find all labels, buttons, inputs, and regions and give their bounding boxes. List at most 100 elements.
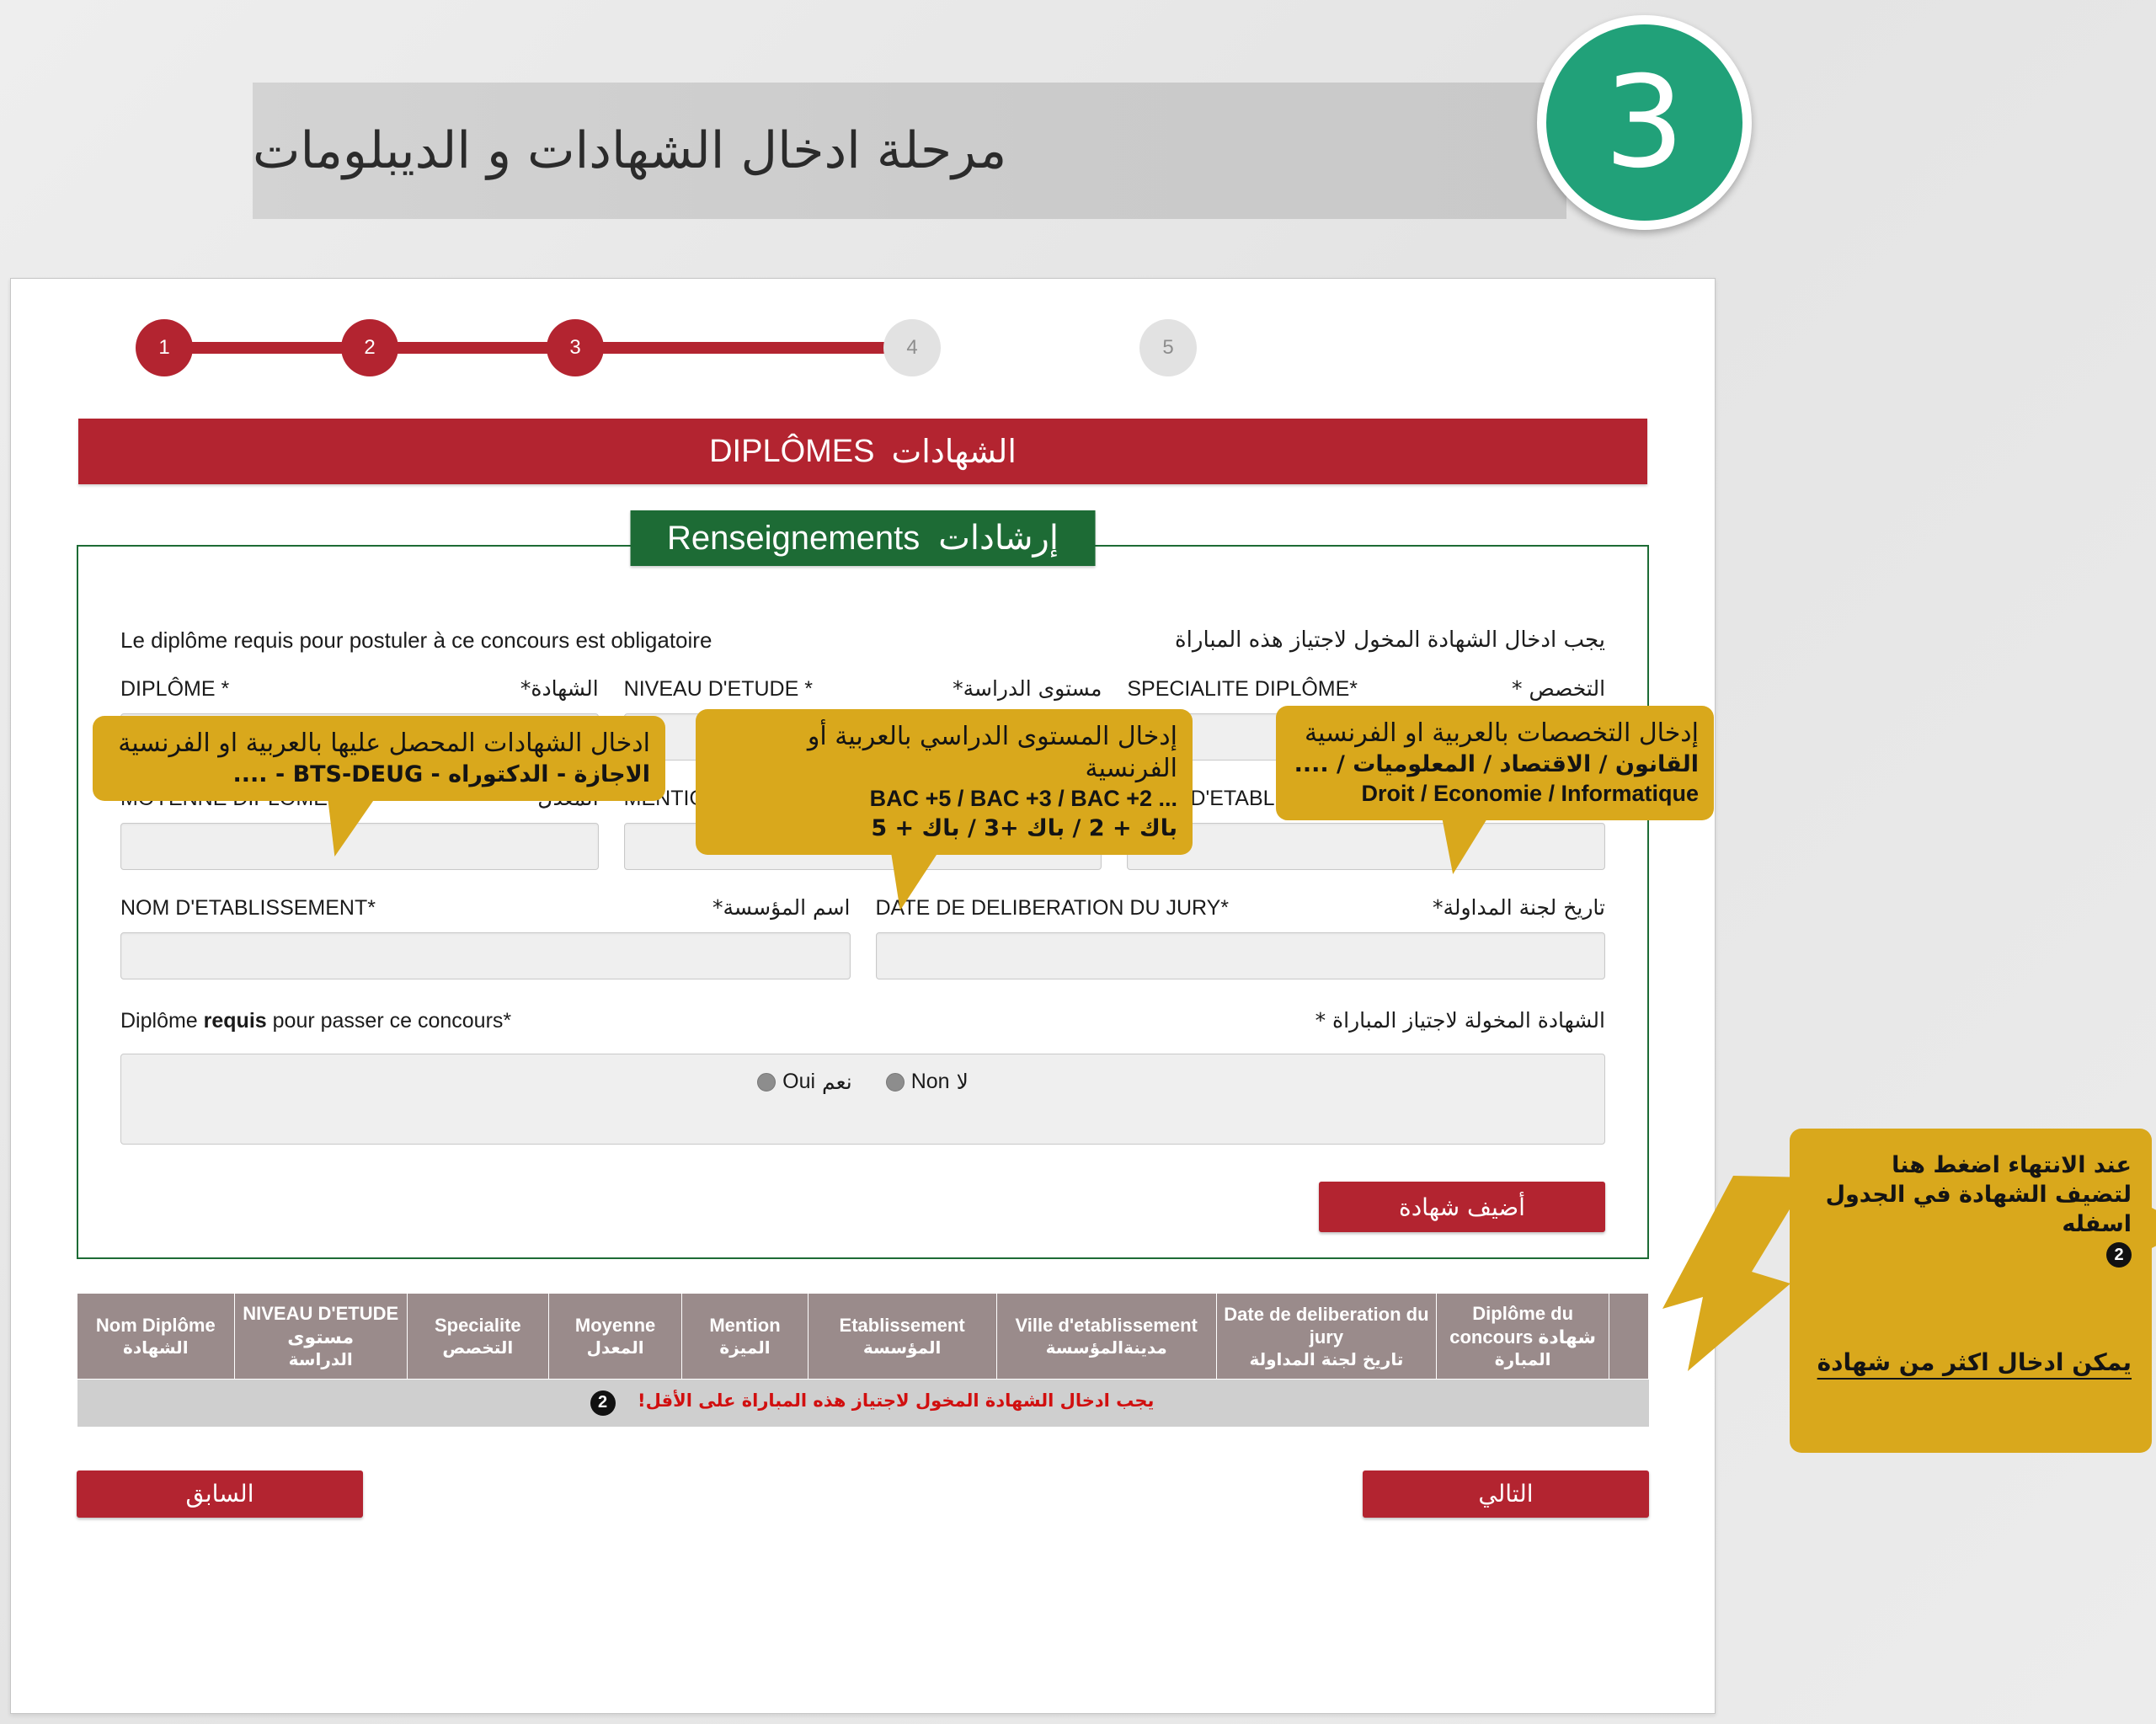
radio-group-diplome-requis: Oui نعم Non لا: [120, 1054, 1605, 1145]
table-warning-row: 2 يجب ادخال الشهادة المخول لاجتياز هذه ا…: [77, 1379, 1649, 1427]
th-date-deliberation: Date de deliberation du jury تاريخ لجنة …: [1215, 1293, 1438, 1380]
th-nom-diplome-ar: الشهادة: [123, 1337, 189, 1358]
previous-button[interactable]: السابق: [77, 1470, 363, 1518]
th-nom-diplome-fr: Nom Diplôme: [95, 1315, 216, 1337]
th-date-deliberation-fr: Date de deliberation du jury: [1224, 1303, 1429, 1348]
stepper-step-2[interactable]: 2: [341, 319, 398, 376]
section-banner-diplomes: الشهادات DIPLÔMES: [78, 419, 1647, 484]
label-specialite-diplome-fr: SPECIALITE DIPLÔME*: [1127, 677, 1358, 701]
table-head: Nom Diplôme الشهادة NIVEAU D'ETUDE مستوى…: [77, 1293, 1649, 1380]
label-diplome-requis-fr: Diplôme requis pour passer ce concours*: [120, 1009, 511, 1033]
th-diplome-concours-ar: المبارة: [1494, 1349, 1551, 1369]
next-button[interactable]: التالي: [1363, 1470, 1649, 1518]
callout-diplome: ادخال الشهادات المحصل عليها بالعربية او …: [93, 716, 665, 857]
label-date-deliberation-jury-fr: DATE DE DELIBERATION DU JURY*: [875, 896, 1230, 920]
renseignements-panel: إرشادات Renseignements Le diplôme requis…: [77, 510, 1649, 1259]
th-diplome-concours-ar-inline: شهادة: [1538, 1326, 1597, 1348]
th-ville-etablissement-ar: مدينةالمؤسسة: [1045, 1337, 1167, 1358]
label-diplome-requis-post: pour passer ce concours*: [266, 1009, 512, 1033]
stepper-step-4[interactable]: 4: [883, 319, 941, 376]
table-header-row: Nom Diplôme الشهادة NIVEAU D'ETUDE مستوى…: [77, 1293, 1649, 1380]
callout-niveau-line3: باك + 2 / باك +3 / باك + 5: [871, 815, 1177, 842]
th-specialite-fr: Specialite: [434, 1315, 521, 1337]
th-moyenne-ar: المعدل: [586, 1337, 644, 1358]
callout-diplome-line1: ادخال الشهادات المحصل عليها بالعربية او …: [118, 729, 650, 758]
callout-specialite: إدخال التخصصات بالعربية او الفرنسية القا…: [1276, 706, 1714, 874]
callout-niveau-line2: BAC +5 / BAC +3 / BAC +2 ...: [869, 786, 1177, 811]
callout-add-line2: يمكن ادخال اكثر من شهادة: [1817, 1348, 2132, 1377]
note-ar: يجب ادخال الشهادة المخول لاجتياز هذه الم…: [1175, 627, 1605, 653]
stepper-step-5[interactable]: 5: [1139, 319, 1197, 376]
callout-niveau-etude: إدخال المستوى الدراسي بالعربية أو الفرنس…: [696, 709, 1193, 911]
th-niveau-etude-fr: NIVEAU D'ETUDE: [243, 1303, 399, 1324]
legend-label-ar: إرشادات: [938, 519, 1059, 558]
warning-badge-2: 2: [590, 1390, 616, 1416]
stepper-step-3[interactable]: 3: [547, 319, 604, 376]
banner-title-ar: الشهادات: [891, 433, 1017, 470]
radio-dot-non-icon[interactable]: [885, 1072, 905, 1092]
th-niveau-etude: NIVEAU D'ETUDE مستوى الدراسة: [233, 1293, 408, 1380]
add-certificate-button[interactable]: أضيف شهادة: [1319, 1182, 1605, 1232]
footer-navigation: السابق التالي: [77, 1470, 1649, 1518]
th-ville-etablissement-fr: Ville d'etablissement: [1015, 1315, 1198, 1337]
th-mention-fr: Mention: [709, 1315, 781, 1337]
stepper-line-1-2: [164, 342, 370, 354]
label-diplome-requis-ar: الشهادة المخولة لاجتياز المباراة *: [1315, 1008, 1605, 1033]
table-body: 2 يجب ادخال الشهادة المخول لاجتياز هذه ا…: [77, 1379, 1649, 1427]
th-mention: Mention الميزة: [681, 1293, 808, 1380]
label-date-deliberation-jury-ar: تاريخ لجنة المداولة*: [1432, 895, 1605, 920]
th-date-deliberation-ar: تاريخ لجنة المداولة: [1249, 1348, 1404, 1369]
label-diplome-requis-bold: requis: [203, 1009, 267, 1033]
input-date-deliberation-jury[interactable]: [875, 932, 1605, 979]
radio-label-oui-ar: نعم: [822, 1070, 852, 1094]
label-nom-etablissement-ar: اسم المؤسسة*: [712, 895, 851, 920]
label-niveau-etude-ar: مستوى الدراسة*: [953, 676, 1102, 701]
certificates-table-element: Nom Diplôme الشهادة NIVEAU D'ETUDE مستوى…: [77, 1293, 1649, 1427]
field-date-deliberation-jury: DATE DE DELIBERATION DU JURY* تاريخ لجنة…: [875, 895, 1605, 979]
note-fr: Le diplôme requis pour postuler à ce con…: [120, 627, 712, 653]
callout-add-tail-icon: [2148, 1206, 2156, 1250]
label-nom-etablissement-fr: NOM D'ETABLISSEMENT*: [120, 896, 376, 920]
th-mention-ar: الميزة: [719, 1337, 771, 1358]
label-diplome-requis-pre: Diplôme: [120, 1009, 204, 1033]
certificates-table: Nom Diplôme الشهادة NIVEAU D'ETUDE مستوى…: [77, 1293, 1649, 1427]
radio-label-non-fr: Non: [910, 1070, 950, 1093]
field-diplome-requis: Diplôme requis pour passer ce concours* …: [109, 1008, 1617, 1145]
th-niveau-etude-ar: الدراسة: [288, 1349, 353, 1369]
callout-niveau-line1: إدخال المستوى الدراسي بالعربية أو الفرنس…: [807, 722, 1177, 783]
label-diplome-fr: DIPLÔME *: [120, 677, 230, 701]
callout-add-line1: عند الانتهاء اضغط هنا لتضيف الشهادة في ا…: [1825, 1152, 2132, 1238]
stepper-line-2-3: [370, 342, 575, 354]
th-diplome-concours: Diplôme du concours شهادة المبارة: [1436, 1293, 1610, 1380]
th-moyenne-fr: Moyenne: [574, 1315, 656, 1337]
th-moyenne: Moyenne المعدل: [547, 1293, 683, 1380]
th-etablissement-fr: Etablissement: [839, 1315, 965, 1337]
input-nom-etablissement[interactable]: [120, 932, 851, 979]
th-ville-etablissement: Ville d'etablissement مدينةالمؤسسة: [995, 1293, 1217, 1380]
label-diplome-ar: الشهادة*: [520, 676, 599, 701]
radio-dot-oui-icon[interactable]: [757, 1072, 776, 1092]
radio-option-non[interactable]: Non لا: [885, 1070, 969, 1094]
th-niveau-etude-ar-inline: مستوى: [287, 1326, 355, 1348]
step-number-badge: 3: [1537, 15, 1752, 230]
callout-diplome-line2: الاجازة - الدكتوراه - BTS-DEUG - ....: [232, 761, 650, 787]
stepper-line-3-4: [575, 342, 912, 354]
legend-label-fr: Renseignements: [667, 519, 921, 557]
radio-label-non-ar: لا: [956, 1070, 969, 1094]
input-ville-etablissement[interactable]: [1127, 823, 1606, 870]
banner-title-fr: DIPLÔMES: [709, 433, 875, 469]
wizard-stepper: 1 2 3 4 5: [11, 297, 1715, 398]
add-button-row: أضيف شهادة: [109, 1182, 1617, 1232]
stepper-step-1[interactable]: 1: [136, 319, 193, 376]
page-root: مرحلة ادخال الشهادات و الديبلومات 3 1 2 …: [0, 0, 2156, 1724]
callout-specialite-line3: Droit / Economie / Informatique: [1361, 780, 1699, 806]
page-title: مرحلة ادخال الشهادات و الديبلومات: [253, 121, 1007, 180]
form-card: 1 2 3 4 5 الشهادات DIPLÔMES إرشادات Rens…: [10, 278, 1716, 1714]
radio-option-oui[interactable]: Oui نعم: [757, 1070, 852, 1094]
label-niveau-etude-fr: NIVEAU D'ETUDE *: [623, 677, 813, 701]
callout-specialite-line2: القانون / الاقتصاد / المعلوميات / ....: [1294, 750, 1699, 777]
table-warning-cell: 2 يجب ادخال الشهادة المخول لاجتياز هذه ا…: [77, 1379, 1649, 1427]
table-warning-text: يجب ادخال الشهادة المخول لاجتياز هذه الم…: [638, 1390, 1155, 1411]
th-etablissement-ar: المؤسسة: [862, 1337, 942, 1358]
th-etablissement: Etablissement المؤسسة: [807, 1293, 997, 1380]
